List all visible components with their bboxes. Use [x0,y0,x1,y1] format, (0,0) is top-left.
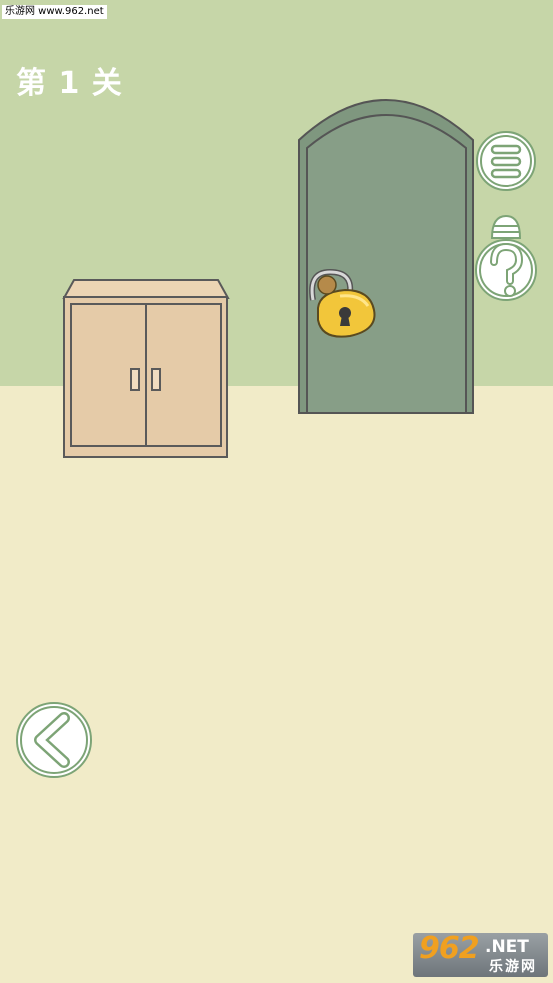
logo-name: 乐游网 [489,959,537,975]
menu-icon [490,144,522,179]
hint-button[interactable] [475,214,537,301]
cabinet-handle-left [130,368,140,391]
door[interactable] [298,99,474,414]
room-scene [16,99,537,778]
back-button[interactable] [16,702,92,778]
cabinet[interactable] [62,279,230,458]
site-logo: 962 .NET 乐游网 [413,933,548,977]
cabinet-handle-right [151,368,161,391]
level-title: 第 1 关 [16,66,123,101]
watermark-text: 乐游网 www.962.net [2,5,107,19]
menu-button[interactable] [476,131,536,191]
logo-domain: .NET [485,937,529,957]
logo-number: 962 [419,933,480,966]
